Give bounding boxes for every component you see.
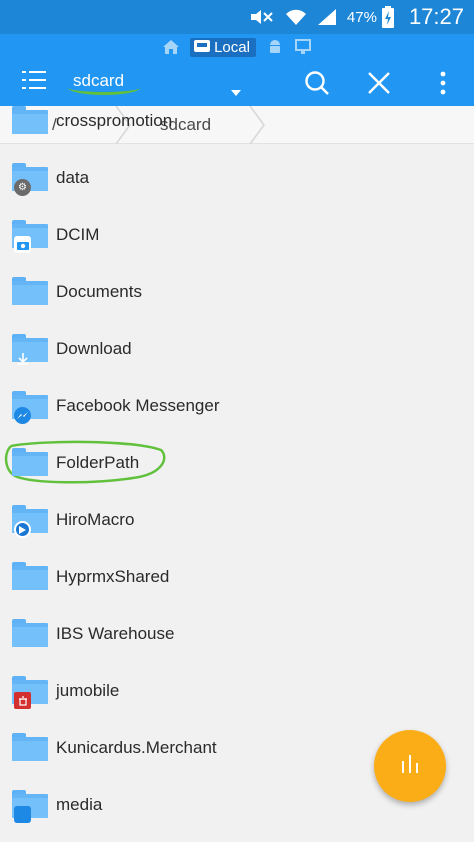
location-bar: Local [0, 36, 474, 58]
list-item[interactable]: jumobile [0, 663, 474, 720]
network-icon[interactable] [294, 38, 312, 56]
list-item[interactable]: Facebook Messenger [0, 378, 474, 435]
home-icon[interactable] [162, 38, 180, 56]
location-local-chip[interactable]: Local [190, 37, 256, 57]
folder-icon [12, 334, 48, 365]
location-label: Local [214, 38, 250, 56]
messenger-badge-icon [14, 407, 31, 424]
list-item[interactable]: HyprmxShared [0, 549, 474, 606]
wifi-icon [285, 8, 307, 26]
file-name: IBS Warehouse [56, 624, 175, 643]
analyze-bars-icon [400, 753, 420, 780]
folder-icon [12, 733, 48, 761]
file-list: crosspromotion ⚙ data DCIM Documents Dow… [0, 106, 474, 834]
download-badge-icon [14, 350, 31, 367]
file-name: DCIM [56, 225, 100, 244]
analyze-fab-button[interactable] [374, 730, 446, 802]
battery-charging-icon [381, 6, 395, 28]
list-item[interactable]: ⚙ data [0, 150, 474, 207]
file-name: HiroMacro [56, 510, 135, 529]
menu-icon[interactable] [22, 68, 50, 92]
file-name: Documents [56, 282, 142, 301]
list-item[interactable]: FolderPath [0, 435, 474, 492]
file-name: jumobile [56, 681, 120, 700]
folder-icon [12, 505, 48, 538]
list-item[interactable]: Download [0, 321, 474, 378]
file-name: Kunicardus.Merchant [56, 738, 217, 757]
play-badge-icon [14, 521, 31, 538]
file-name: Facebook Messenger [56, 396, 220, 415]
battery-percent: 47% [346, 8, 377, 26]
list-item[interactable]: DCIM [0, 207, 474, 264]
file-name: Download [56, 339, 132, 358]
list-item[interactable]: HiroMacro [0, 492, 474, 549]
clock: 17:27 [408, 4, 464, 29]
folder-icon [12, 106, 48, 134]
file-name: media [56, 795, 103, 814]
list-item[interactable]: Documents [0, 264, 474, 321]
list-item[interactable]: IBS Warehouse [0, 606, 474, 663]
folder-icon [12, 448, 48, 476]
settings-badge-icon: ⚙ [14, 179, 31, 196]
media-badge-icon [14, 806, 31, 823]
folder-icon [12, 619, 48, 647]
camera-badge-icon [14, 236, 31, 253]
list-item[interactable]: crosspromotion [0, 93, 474, 150]
signal-icon [317, 8, 337, 26]
file-name: crosspromotion [56, 111, 173, 130]
file-name: FolderPath [56, 453, 140, 472]
folder-icon [12, 562, 48, 590]
folder-icon [12, 220, 48, 253]
file-name: data [56, 168, 90, 187]
folder-icon [12, 676, 48, 709]
android-icon[interactable] [266, 38, 284, 56]
file-name: HyprmxShared [56, 567, 170, 586]
folder-icon: ⚙ [12, 163, 48, 196]
local-storage-icon [194, 39, 211, 56]
app-badge-icon [14, 692, 31, 709]
folder-icon [12, 790, 48, 823]
status-bar: 47% 17:27 [0, 0, 474, 34]
folder-icon [12, 391, 48, 424]
folder-icon [12, 277, 48, 305]
mute-icon [249, 8, 275, 26]
